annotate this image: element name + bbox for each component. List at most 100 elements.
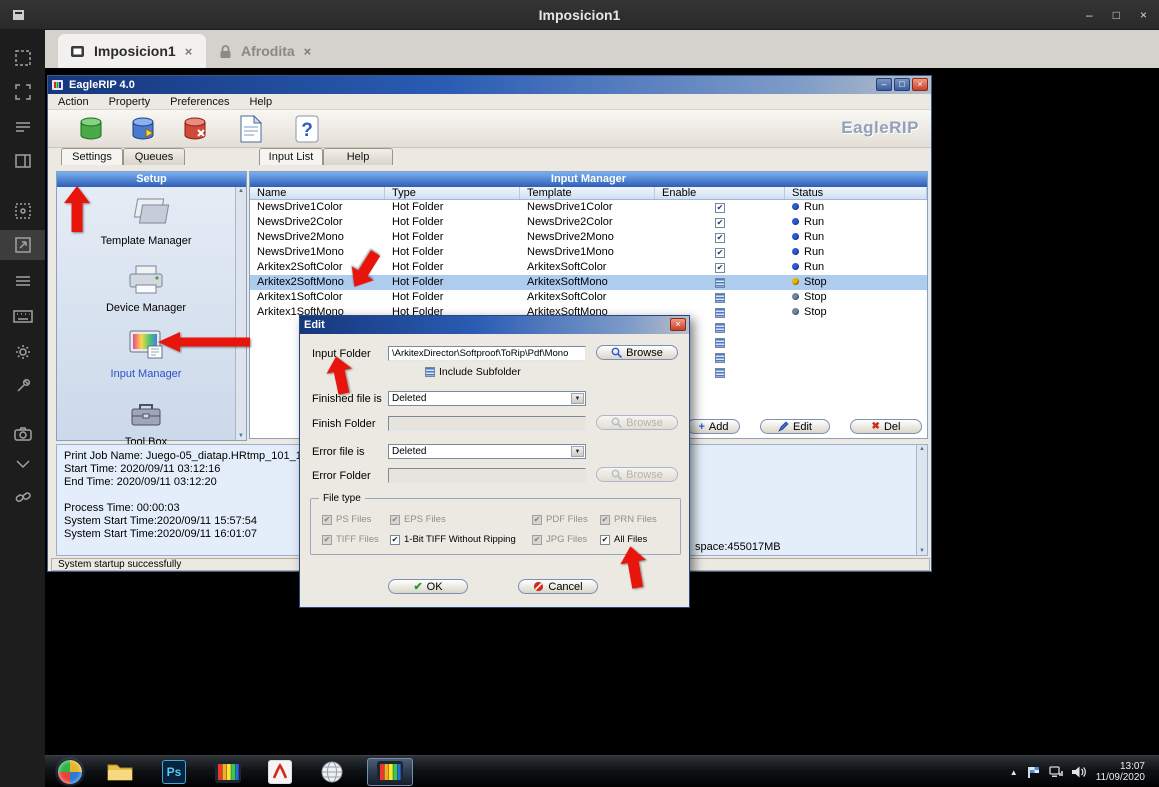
column-enable[interactable]: Enable — [655, 187, 785, 199]
delete-x-icon: ✖ — [872, 421, 880, 432]
scroll-up-icon[interactable]: ▲ — [919, 446, 925, 452]
eaglerip-titlebar[interactable]: EagleRIP 4.0 – □ × — [48, 76, 931, 94]
table-row[interactable]: NewsDrive1ColorHot FolderNewsDrive1Color… — [250, 200, 927, 215]
tab-settings[interactable]: Settings — [61, 148, 123, 165]
start-input-database-icon[interactable] — [128, 114, 158, 144]
table-row[interactable]: NewsDrive2MonoHot FolderNewsDrive2Mono✔R… — [250, 230, 927, 245]
cell-enable[interactable]: ✔ — [655, 260, 785, 275]
column-status[interactable]: Status — [785, 187, 927, 199]
input-manager-header: Input Manager — [250, 172, 927, 187]
rip-maximize-button[interactable]: □ — [894, 78, 910, 91]
status-stop-icon — [792, 308, 799, 315]
column-name[interactable]: Name — [250, 187, 385, 199]
tools-wrench-icon[interactable] — [0, 371, 45, 401]
document-icon[interactable] — [236, 114, 266, 144]
fullscreen-icon[interactable] — [0, 77, 45, 107]
include-subfolder-checkbox[interactable]: Include Subfolder — [425, 366, 521, 378]
tab-queues[interactable]: Queues — [123, 148, 185, 165]
volume-icon[interactable] — [1072, 766, 1087, 778]
error-folder-label: Error Folder — [312, 470, 371, 482]
start-button[interactable] — [53, 758, 87, 786]
capture-region-icon[interactable] — [0, 196, 45, 226]
tab-afrodita[interactable]: Afrodita × — [207, 34, 339, 68]
taskbar-photoshop-button[interactable]: Ps — [157, 758, 191, 786]
photoshop-icon: Ps — [162, 760, 186, 784]
checkbox-all-files[interactable]: ✔All Files — [600, 534, 647, 545]
minimize-button[interactable]: – — [1086, 8, 1093, 22]
tab-close-icon[interactable]: × — [304, 44, 312, 59]
ok-button[interactable]: ✔OK — [388, 579, 468, 594]
dialog-close-button[interactable]: × — [670, 318, 686, 331]
cancel-button[interactable]: Cancel — [518, 579, 598, 594]
error-file-select[interactable]: Deleted▼ — [388, 444, 586, 459]
dropdown-arrow-icon[interactable]: ▼ — [571, 446, 584, 457]
scroll-up-icon[interactable]: ▲ — [238, 188, 244, 194]
cell-enable[interactable]: ✔ — [655, 215, 785, 230]
cell-enable[interactable] — [655, 290, 785, 305]
folder-icon — [107, 762, 133, 782]
cell-enable[interactable]: ✔ — [655, 230, 785, 245]
chevron-down-icon[interactable] — [0, 449, 45, 479]
restore-button[interactable]: □ — [1113, 8, 1120, 22]
settings-gear-icon[interactable] — [0, 337, 45, 367]
table-row[interactable]: NewsDrive1MonoHot FolderNewsDrive1Mono✔R… — [250, 245, 927, 260]
setup-scrollbar[interactable]: ▲ ▼ — [235, 187, 246, 440]
table-row[interactable]: NewsDrive2ColorHot FolderNewsDrive2Color… — [250, 215, 927, 230]
taskbar-explorer-button[interactable] — [103, 758, 137, 786]
checkbox-1bit-tiff[interactable]: ✔1-Bit TIFF Without Ripping — [390, 534, 516, 545]
scroll-down-icon[interactable]: ▼ — [919, 548, 925, 554]
cell-enable[interactable]: ✔ — [655, 245, 785, 260]
rip-minimize-button[interactable]: – — [876, 78, 892, 91]
clock[interactable]: 13:07 11/09/2020 — [1096, 761, 1145, 783]
scale-mode-icon[interactable] — [0, 230, 45, 260]
finished-file-select[interactable]: Deleted▼ — [388, 391, 586, 406]
column-type[interactable]: Type — [385, 187, 520, 199]
menu-help[interactable]: Help — [239, 96, 282, 108]
cell-enable[interactable]: ✔ — [655, 200, 785, 215]
view-list-icon[interactable] — [0, 112, 45, 142]
table-row[interactable]: Arkitex1SoftColorHot FolderArkitexSoftCo… — [250, 290, 927, 305]
menu-action[interactable]: Action — [48, 96, 99, 108]
window-titlebar[interactable]: Imposicion1 – □ × — [0, 0, 1159, 30]
taskbar-image-app-button[interactable] — [211, 758, 245, 786]
log-scrollbar[interactable]: ▲ ▼ — [916, 445, 927, 555]
taskbar-pdf-button[interactable] — [263, 758, 297, 786]
add-button[interactable]: +Add — [687, 419, 740, 434]
cell-name: NewsDrive2Color — [250, 215, 385, 230]
tray-expand-icon[interactable]: ▲ — [1010, 768, 1018, 777]
cell-enable[interactable] — [655, 275, 785, 290]
tab-help[interactable]: Help — [323, 148, 393, 165]
taskbar-browser-button[interactable] — [315, 758, 349, 786]
menu-preferences[interactable]: Preferences — [160, 96, 239, 108]
keyboard-icon[interactable] — [0, 301, 45, 331]
close-button[interactable]: × — [1140, 8, 1147, 22]
tray-network-icon[interactable] — [1049, 766, 1063, 778]
help-icon[interactable]: ? — [292, 114, 322, 144]
setup-item-device-manager[interactable]: Device Manager — [57, 262, 235, 314]
menu-icon[interactable] — [0, 266, 45, 296]
tray-flag-icon[interactable] — [1027, 766, 1040, 778]
cell-status: Run — [785, 200, 927, 215]
selection-region-icon[interactable] — [0, 43, 45, 73]
input-folder-field[interactable]: \ArkitexDirector\Softproof\ToRip\Pdf\Mon… — [388, 346, 586, 361]
screenshot-camera-icon[interactable] — [0, 419, 45, 449]
dropdown-arrow-icon[interactable]: ▼ — [571, 393, 584, 404]
new-input-database-icon[interactable] — [76, 114, 106, 144]
setup-item-tool-box[interactable]: Tool Box — [57, 398, 235, 448]
edit-button[interactable]: Edit — [760, 419, 830, 434]
tab-imposicion1[interactable]: Imposicion1 × — [58, 34, 206, 68]
delete-button[interactable]: ✖Del — [850, 419, 922, 434]
input-folder-browse-button[interactable]: Browse — [596, 345, 678, 360]
window-panel-icon[interactable] — [0, 146, 45, 176]
scroll-down-icon[interactable]: ▼ — [238, 433, 244, 439]
disconnect-icon[interactable] — [0, 482, 45, 512]
edit-dialog-titlebar[interactable]: Edit × — [300, 316, 689, 334]
rip-close-button[interactable]: × — [912, 78, 928, 91]
cell-template: NewsDrive2Color — [520, 215, 655, 230]
tab-input-list[interactable]: Input List — [259, 148, 323, 165]
taskbar-eaglerip-button-active[interactable] — [367, 758, 413, 786]
menu-property[interactable]: Property — [99, 96, 161, 108]
delete-input-database-icon[interactable] — [180, 114, 210, 144]
tab-close-icon[interactable]: × — [185, 44, 193, 59]
column-template[interactable]: Template — [520, 187, 655, 199]
